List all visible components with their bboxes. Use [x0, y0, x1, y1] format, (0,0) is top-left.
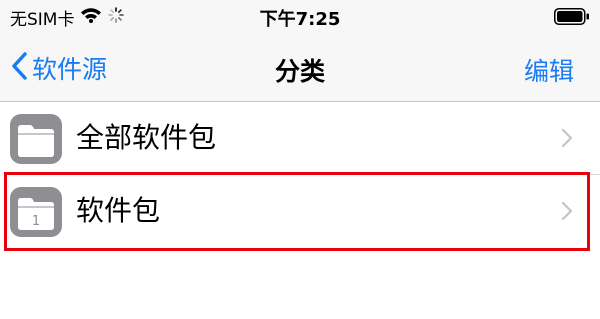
list-item-label: 软件包: [76, 194, 161, 227]
navigation-bar: 软件源 分类 编辑: [0, 34, 600, 102]
screen: 无SIM卡 下午7:25 软件源 分类 编辑 全部软件包 1 软件包: [0, 0, 600, 319]
category-list: 全部软件包 1 软件包: [0, 102, 600, 248]
status-time: 下午7:25: [259, 9, 341, 30]
status-bar: 无SIM卡 下午7:25: [0, 0, 600, 34]
list-item-label: 全部软件包: [76, 121, 217, 154]
folder-badge-count: 1: [32, 214, 40, 229]
chevron-right-icon: [560, 126, 574, 150]
page-title: 分类: [274, 57, 325, 86]
battery-icon: [554, 8, 590, 25]
edit-button[interactable]: 编辑: [524, 52, 574, 88]
folder-icon: [10, 114, 62, 164]
chevron-right-icon: [560, 199, 574, 223]
list-item-all-packages[interactable]: 全部软件包: [0, 102, 600, 175]
folder-icon: 1: [10, 187, 62, 237]
list-item-packages[interactable]: 1 软件包: [0, 175, 600, 248]
